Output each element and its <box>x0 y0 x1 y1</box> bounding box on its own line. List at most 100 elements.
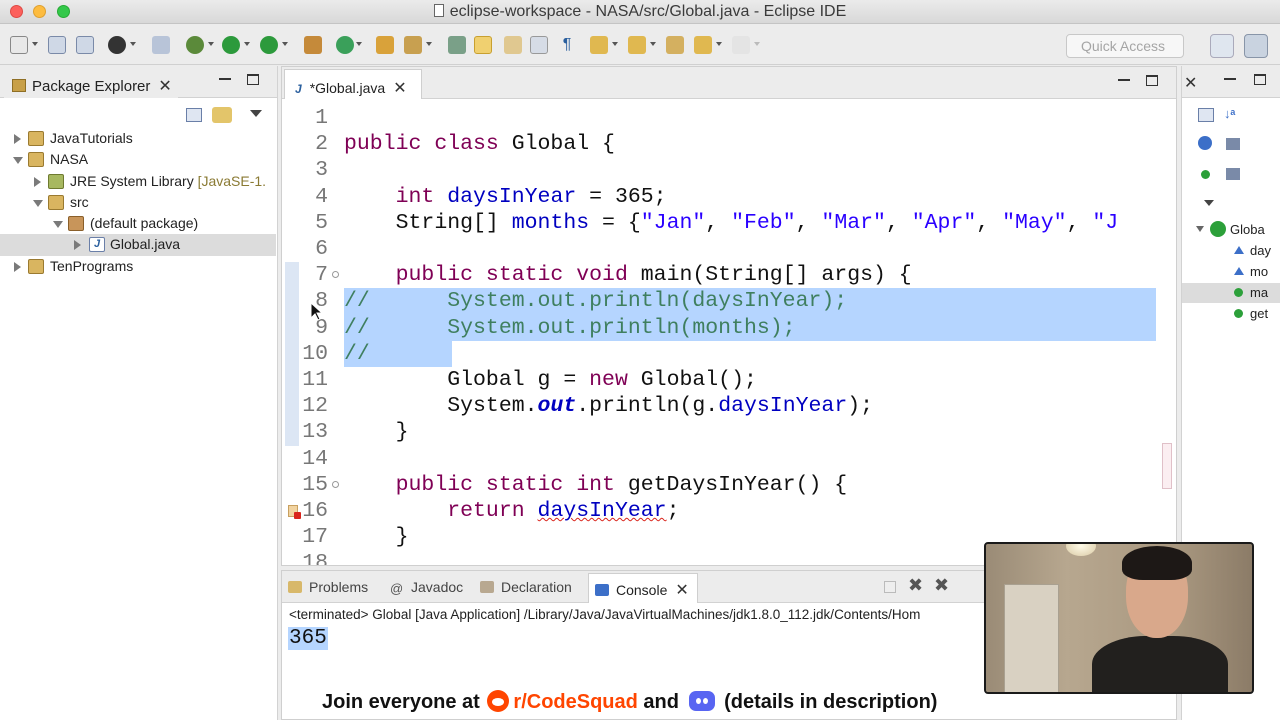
last-edit-icon[interactable] <box>666 36 684 54</box>
close-icon[interactable]: ✕ <box>393 78 406 98</box>
open-perspective-icon[interactable] <box>1210 34 1234 58</box>
tab-console[interactable]: Console ✕ <box>588 573 698 603</box>
maximize-icon[interactable] <box>1146 75 1158 86</box>
outline-item-method[interactable]: ma <box>1182 283 1280 303</box>
tab-global-java[interactable]: J *Global.java ✕ <box>284 69 422 99</box>
chevron-down-icon[interactable] <box>650 42 656 46</box>
code-line[interactable]: 4 int daysInYear = 365; <box>282 184 1158 210</box>
code-line[interactable]: 5 String[] months = {"Jan", "Feb", "Mar"… <box>282 210 1158 236</box>
next-edit-icon[interactable] <box>590 36 608 54</box>
chevron-down-icon[interactable] <box>208 42 214 46</box>
close-icon[interactable]: ✕ <box>675 580 688 600</box>
code-line[interactable]: 7 public static void main(String[] args)… <box>282 262 1158 288</box>
previous-edit-icon[interactable] <box>628 36 646 54</box>
tab-package-explorer[interactable]: Package Explorer ✕ <box>4 70 178 98</box>
code-line[interactable]: 11 Global g = new Global(); <box>282 367 1158 393</box>
quick-access-input[interactable]: Quick Access <box>1066 34 1184 58</box>
error-marker-icon[interactable] <box>288 505 301 519</box>
minimize-icon[interactable] <box>1118 79 1130 81</box>
collapse-arrow-icon[interactable] <box>13 157 23 165</box>
tree-item-javatutorials[interactable]: JavaTutorials <box>0 128 276 149</box>
tab-declaration[interactable]: Declaration <box>480 579 572 595</box>
code-line[interactable]: 12 System.out.println(g.daysInYear); <box>282 393 1158 419</box>
chevron-down-icon[interactable] <box>426 42 432 46</box>
hide-static-icon[interactable] <box>1226 138 1240 150</box>
save-icon[interactable] <box>48 36 66 54</box>
collapse-arrow-icon[interactable] <box>33 199 43 207</box>
remove-launch-icon[interactable]: ✖ <box>908 575 923 596</box>
new-class-icon[interactable] <box>336 36 354 54</box>
collapse-all-icon[interactable] <box>186 108 202 122</box>
next-annotation-icon[interactable] <box>448 36 466 54</box>
code-line[interactable]: 1 <box>282 105 1158 131</box>
overview-ruler-marker[interactable] <box>1162 443 1172 489</box>
console-output[interactable]: 365 <box>288 627 328 650</box>
tree-item-tenprograms[interactable]: TenPrograms <box>0 256 276 277</box>
hide-nonpublic-icon[interactable] <box>1201 170 1210 179</box>
tree-item-nasa[interactable]: NASA <box>0 149 276 170</box>
code-line[interactable]: 16 return daysInYear; <box>282 498 1158 524</box>
fold-toggle-icon[interactable] <box>332 480 339 488</box>
link-with-editor-icon[interactable] <box>212 107 232 123</box>
chevron-down-icon[interactable] <box>612 42 618 46</box>
save-all-icon[interactable] <box>76 36 94 54</box>
new-package-icon[interactable] <box>304 36 322 54</box>
chevron-down-icon[interactable] <box>32 42 38 46</box>
code-line[interactable]: 3 <box>282 157 1158 183</box>
code-area[interactable]: 1 2 public class Global {3 4 int daysInYear… <box>282 101 1158 565</box>
forward-icon[interactable] <box>732 36 750 54</box>
mark-occurrences-icon[interactable] <box>474 36 492 54</box>
close-icon[interactable]: ✕ <box>1184 73 1197 93</box>
chevron-down-icon[interactable] <box>716 42 722 46</box>
skip-breakpoints-icon[interactable] <box>152 36 170 54</box>
tab-javadoc[interactable]: @ Javadoc <box>390 579 463 596</box>
expand-arrow-icon[interactable] <box>14 134 21 144</box>
collapse-all-icon[interactable] <box>1198 108 1214 122</box>
pilcrow-icon[interactable]: ¶ <box>558 36 576 54</box>
new-icon[interactable] <box>10 36 28 54</box>
maximize-icon[interactable] <box>1254 74 1266 85</box>
tab-problems[interactable]: Problems <box>288 579 368 595</box>
code-line[interactable]: 8// System.out.println(daysInYear); <box>282 288 1158 314</box>
code-line[interactable]: 15 public static int getDaysInYear() { <box>282 472 1158 498</box>
minimize-icon[interactable] <box>1224 78 1236 80</box>
code-line[interactable]: 13 } <box>282 419 1158 445</box>
chevron-down-icon[interactable] <box>754 42 760 46</box>
profile-icon[interactable] <box>108 36 126 54</box>
tree-item-jre-system-library[interactable]: JRE System Library [JavaSE-1. <box>0 171 276 192</box>
show-whitespace-icon[interactable] <box>530 36 548 54</box>
code-line[interactable]: 10 // <box>282 341 1158 367</box>
hide-local-types-icon[interactable] <box>1226 168 1240 180</box>
collapse-arrow-icon[interactable] <box>1196 226 1204 232</box>
java-perspective-icon[interactable] <box>1244 34 1268 58</box>
code-line[interactable]: 14 <box>282 446 1158 472</box>
back-icon[interactable] <box>694 36 712 54</box>
code-line[interactable]: 6 <box>282 236 1158 262</box>
hide-fields-icon[interactable] <box>1198 136 1212 150</box>
collapse-arrow-icon[interactable] <box>53 221 63 229</box>
open-type-icon[interactable] <box>376 36 394 54</box>
code-line[interactable]: 9// System.out.println(months); <box>282 315 1158 341</box>
expand-arrow-icon[interactable] <box>34 176 41 187</box>
run-icon[interactable] <box>222 36 240 54</box>
debug-icon[interactable] <box>186 36 204 54</box>
tree-item-default-package[interactable]: (default package) <box>0 213 276 234</box>
chevron-down-icon[interactable] <box>356 42 362 46</box>
remove-all-launches-icon[interactable]: ✖ <box>934 575 949 596</box>
view-menu-icon[interactable] <box>1204 200 1214 206</box>
chevron-down-icon[interactable] <box>244 42 250 46</box>
expand-arrow-icon[interactable] <box>14 261 21 272</box>
view-menu-icon[interactable] <box>250 110 262 117</box>
expand-arrow-icon[interactable] <box>74 240 81 251</box>
maximize-icon[interactable] <box>247 74 259 85</box>
coverage-icon[interactable] <box>260 36 278 54</box>
minimize-icon[interactable] <box>219 78 231 80</box>
block-selection-icon[interactable] <box>504 36 522 54</box>
open-task-icon[interactable] <box>404 36 422 54</box>
tree-item-global-java[interactable]: J Global.java <box>0 234 276 256</box>
terminate-icon[interactable] <box>884 581 896 593</box>
code-line[interactable]: 2 public class Global { <box>282 131 1158 157</box>
close-icon[interactable]: ✕ <box>158 76 171 96</box>
chevron-down-icon[interactable] <box>130 42 136 46</box>
sort-icon[interactable]: ↓ᵃ <box>1224 106 1242 124</box>
